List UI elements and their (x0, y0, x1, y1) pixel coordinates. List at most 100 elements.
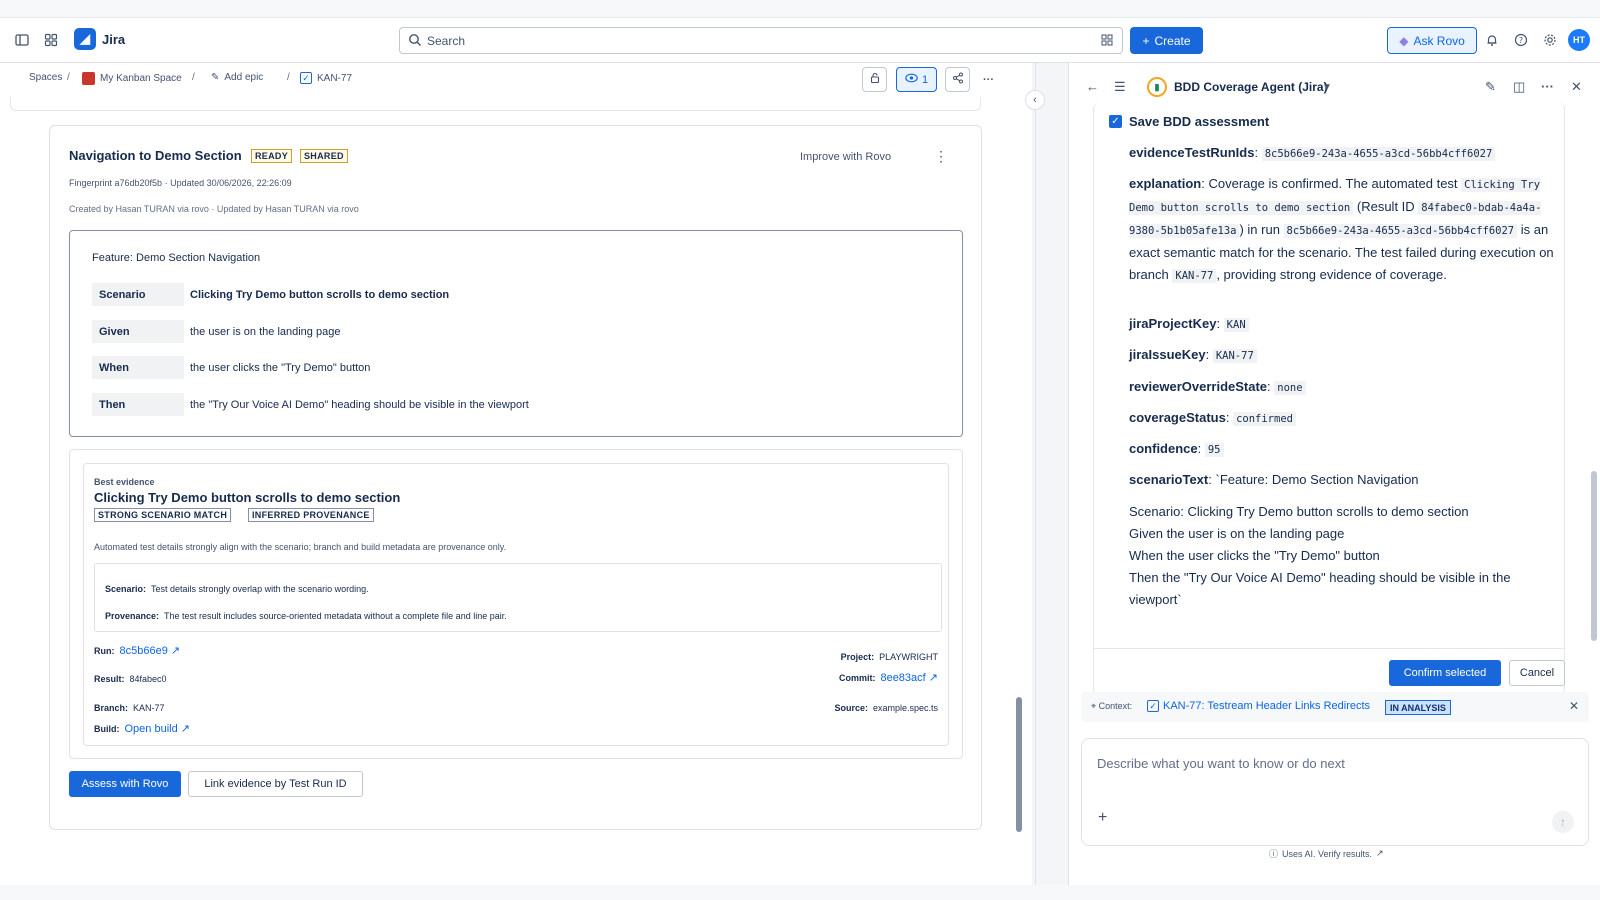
send-arrow-icon[interactable]: ↑ (1552, 811, 1574, 833)
ask-rovo-button[interactable]: ◆ Ask Rovo (1387, 27, 1477, 54)
explanation-text: Coverage is confirmed. The automated tes… (1208, 176, 1462, 191)
project-label: Project: (840, 652, 875, 662)
more-actions-button[interactable]: ··· (976, 67, 1001, 92)
watch-count: 1 (921, 73, 929, 86)
more-horizontal-icon[interactable]: ··· (1541, 79, 1554, 94)
menu-icon[interactable]: ☰ (1114, 79, 1126, 95)
svg-text:?: ? (1519, 36, 1523, 45)
step-text: the user is on the landing page (190, 326, 341, 338)
watch-button[interactable]: 1 (896, 67, 937, 92)
user-avatar[interactable]: HT (1568, 29, 1590, 51)
agent-name[interactable]: BDD Coverage Agent (Jira) (1174, 80, 1328, 94)
run-link[interactable]: 8c5b66e9 ↗ (120, 645, 181, 657)
result-field: Result: 84fabec0 (94, 674, 167, 684)
close-icon[interactable]: ✕ (1571, 79, 1582, 95)
run-label: Run: (94, 646, 115, 656)
build-field: Build: Open build ↗ (94, 722, 190, 735)
chevron-down-icon[interactable]: ▼ (1322, 82, 1332, 93)
create-button[interactable]: + Create (1130, 27, 1203, 54)
breadcrumb-spaces[interactable]: Spaces (29, 72, 62, 83)
panel-divider[interactable] (1035, 63, 1036, 885)
eye-icon (905, 73, 918, 86)
ai-disclaimer[interactable]: ⓘ Uses AI. Verify results. ↗ (1269, 847, 1384, 860)
breadcrumb-space[interactable]: My Kanban Space (82, 72, 182, 85)
help-icon[interactable]: ? (1511, 30, 1531, 50)
context-issue-link[interactable]: ✓ KAN-77: Testream Header Links Redirect… (1147, 700, 1370, 712)
confirm-selected-button[interactable]: Confirm selected (1389, 660, 1501, 686)
breadcrumb-space-label: My Kanban Space (100, 73, 182, 84)
breadcrumb-separator: / (67, 72, 70, 83)
app-switcher-icon[interactable] (41, 30, 61, 50)
status-badge-ready: READY (251, 149, 293, 163)
field-reviewer-override-state: reviewerOverrideState: none (1129, 376, 1559, 399)
improve-with-rovo-button[interactable]: Improve with Rovo (800, 151, 891, 163)
cancel-button[interactable]: Cancel (1509, 660, 1565, 686)
branch-value: KAN-77 (133, 703, 165, 713)
build-label: Build: (94, 724, 120, 734)
main-scrollbar[interactable] (1016, 697, 1022, 832)
add-attachment-icon[interactable]: + (1098, 809, 1107, 827)
search-placeholder: Search (427, 34, 466, 48)
jira-logo-icon[interactable]: ◢ (74, 28, 96, 50)
explanation-text: (Result ID (1353, 199, 1419, 214)
share-button[interactable] (945, 67, 970, 92)
project-field: Project: PLAYWRIGHT (841, 652, 938, 662)
step-text: the user clicks the "Try Demo" button (190, 362, 371, 374)
explanation-text: , providing strong evidence of coverage. (1216, 267, 1447, 282)
feature-title: Feature: Demo Section Navigation (92, 252, 261, 264)
source-field: Source: example.spec.ts (834, 703, 938, 713)
scenario-detail-text: Test details strongly overlap with the s… (151, 584, 369, 594)
link-evidence-button[interactable]: Link evidence by Test Run ID (188, 771, 363, 797)
field-key: jiraProjectKey (1129, 316, 1217, 331)
search-filter-icon[interactable] (1100, 33, 1114, 52)
previous-card-edge (10, 97, 981, 111)
step-row-when: When the user clicks the "Try Demo" butt… (92, 356, 952, 379)
chevron-left-icon[interactable]: ‹ (1025, 90, 1045, 110)
result-value: 84fabec0 (129, 674, 167, 684)
share-icon (952, 72, 964, 87)
context-label: ⌖ Context: (1091, 701, 1132, 712)
agent-panel-scrollbar[interactable] (1591, 471, 1597, 641)
rovo-agent-panel: ← ☰ ▮ BDD Coverage Agent (Jira) ▼ ✎ ◫ ··… (1068, 63, 1600, 885)
save-assessment-checkbox[interactable]: ✓ (1109, 115, 1122, 128)
external-link-icon: ↗ (1376, 848, 1384, 858)
close-icon[interactable]: ✕ (1569, 699, 1579, 713)
lock-button[interactable] (862, 67, 887, 92)
field-key: scenarioText (1129, 472, 1209, 487)
rovo-icon: ◆ (1399, 33, 1409, 48)
search-input[interactable]: Search (399, 27, 1123, 54)
source-label: Source: (834, 703, 868, 713)
breadcrumb-issue-label: KAN-77 (317, 72, 353, 84)
more-vertical-icon[interactable]: ⋮ (934, 148, 948, 165)
field-value: none (1274, 381, 1306, 395)
settings-gear-icon[interactable] (1540, 30, 1560, 50)
field-value: 8c5b66e9-243a-4655-a3cd-56bb4cff6027 (1261, 147, 1496, 161)
app-name[interactable]: Jira (102, 32, 125, 47)
search-icon (408, 33, 422, 52)
breadcrumb-add-epic[interactable]: ✎ Add epic (211, 72, 263, 83)
scenario-line: Scenario: Clicking Try Demo button scrol… (1129, 504, 1469, 519)
step-keyword: Then (92, 393, 184, 416)
more-horizontal-icon: ··· (983, 73, 994, 86)
back-arrow-icon[interactable]: ← (1086, 79, 1099, 94)
issue-main-panel: Navigation to Demo Section READY SHARED … (0, 97, 1032, 885)
chat-compose-box[interactable]: Describe what you want to know or do nex… (1081, 738, 1589, 846)
field-value: confirmed (1233, 412, 1296, 426)
save-assessment-title: Save BDD assessment (1129, 114, 1270, 129)
source-value: example.spec.ts (872, 703, 938, 713)
lock-icon (869, 72, 881, 87)
window-top-strip (0, 0, 1600, 18)
evidence-title: Clicking Try Demo button scrolls to demo… (94, 490, 401, 505)
open-build-link[interactable]: Open build ↗ (125, 723, 190, 735)
breadcrumb-separator: / (287, 72, 290, 83)
new-chat-icon[interactable]: ✎ (1485, 79, 1496, 95)
field-value: KAN-77 (1212, 349, 1257, 363)
notifications-icon[interactable] (1482, 30, 1502, 50)
assess-with-rovo-button[interactable]: Assess with Rovo (69, 771, 181, 797)
split-view-icon[interactable]: ◫ (1513, 79, 1525, 95)
sidebar-toggle-icon[interactable] (12, 30, 32, 50)
result-label: Result: (94, 674, 125, 684)
commit-link[interactable]: 8ee83acf ↗ (880, 672, 938, 684)
field-key: evidenceTestRunIds (1129, 145, 1255, 160)
breadcrumb-issue[interactable]: ✓ KAN-77 (300, 72, 352, 84)
